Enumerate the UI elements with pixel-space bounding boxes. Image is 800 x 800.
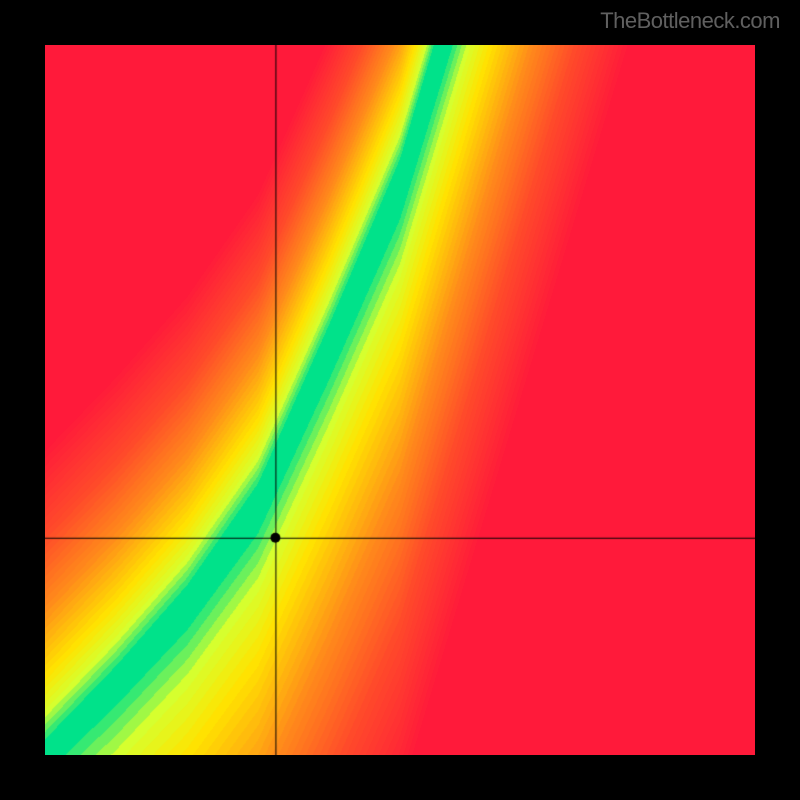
- heatmap-canvas: [45, 45, 755, 755]
- heatmap-plot: [45, 45, 755, 755]
- chart-frame: TheBottleneck.com: [0, 0, 800, 800]
- watermark-text: TheBottleneck.com: [600, 8, 780, 34]
